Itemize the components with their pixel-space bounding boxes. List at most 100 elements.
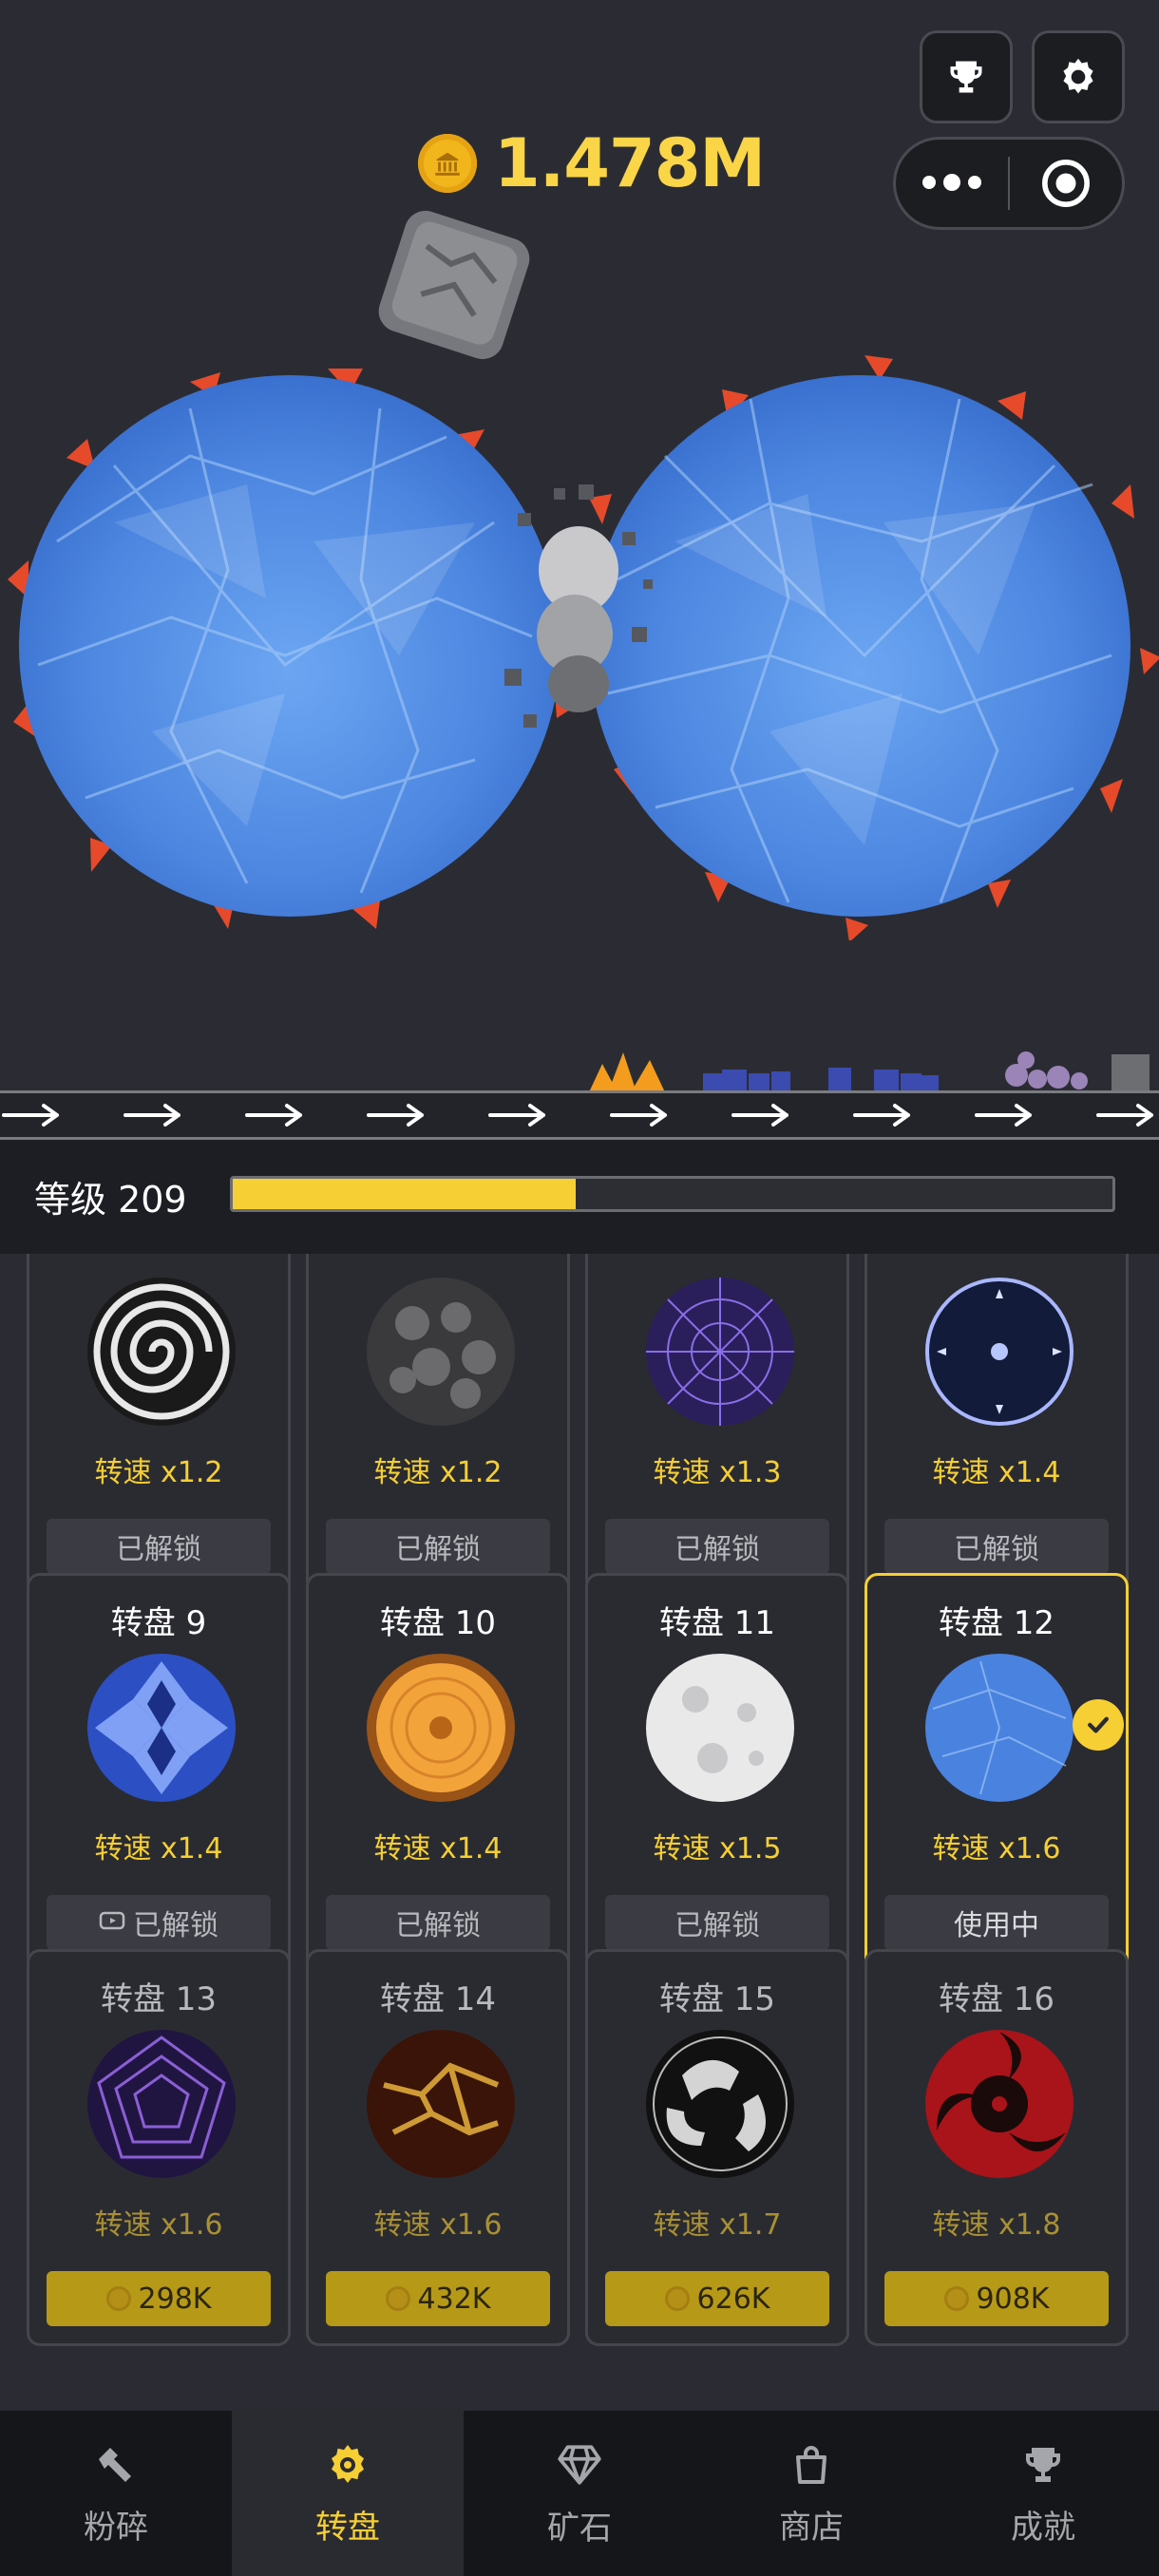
wheel-name: 转盘 11 [658,1604,776,1642]
bottom-navigation: 粉碎 转盘 矿石 商店 成就 [0,2409,1159,2576]
wheel-button-label: 已解锁 [954,1533,1039,1566]
target-icon[interactable] [1010,157,1122,210]
hammer-icon [99,2447,131,2482]
wheel-speed: 转速 x1.6 [932,1832,1061,1866]
gear-icon [332,2444,364,2483]
unlocked-button[interactable]: 已解锁 [326,1519,550,1574]
wheel-button-label: 908K [976,2282,1050,2316]
wheel-speed: 转速 x1.8 [932,2208,1061,2242]
video-ad-icon [99,1906,125,1940]
tab-shop[interactable]: 商店 [695,2411,927,2576]
unlocked-button[interactable]: 已解锁 [605,1895,829,1950]
wheel-button-label: 已解锁 [116,1533,201,1566]
checkmark-icon [1073,1699,1124,1751]
wheel-button-label: 已解锁 [395,1909,481,1942]
coin-amount: 1.478M [494,124,766,202]
level-bar: 等级 209 [0,1140,1159,1254]
coin-icon [664,2286,690,2311]
wheel-button-label: 已解锁 [395,1533,481,1566]
wheel-speed: 转速 x1.3 [653,1456,782,1489]
buy-wheel-button[interactable]: 432K [326,2271,550,2326]
in-use-button[interactable]: 使用中 [884,1895,1109,1950]
wheel-speed: 转速 x1.2 [373,1456,503,1489]
wheel-card[interactable]: 转盘 15 转速 x1.7 626K [585,1949,849,2346]
game-screen: { "header": { "coins": "1.478M" }, "icon… [0,0,1159,2576]
wheel-card[interactable]: 转速 x1.2 已解锁 [306,1254,570,1594]
trophy-icon [950,61,982,93]
trophy-button[interactable] [920,30,1013,123]
level-progress-fill [233,1179,577,1209]
wheel-name: 转盘 13 [100,1980,218,2018]
wheel-name: 转盘 12 [938,1604,1055,1642]
wheel-button-label: 已解锁 [133,1909,218,1942]
coin-icon [105,2286,131,2311]
coin-icon [943,2286,969,2311]
wheel-disc-image [644,1652,796,1804]
wheel-name: 转盘 9 [110,1604,207,1642]
falling-stone-block [378,210,530,360]
buy-wheel-button[interactable]: 908K [884,2271,1109,2326]
coin-counter: 1.478M [418,124,766,202]
wheel-button-label: 已解锁 [674,1909,760,1942]
crushed-rock-debris [504,484,653,728]
buy-wheel-button[interactable]: 626K [605,2271,829,2326]
wheel-button-label: 432K [417,2282,491,2316]
wheel-name: 转盘 16 [938,1980,1055,2018]
wheel-card[interactable]: 转盘 11 转速 x1.5 已解锁 [585,1573,849,1970]
wheel-name: 转盘 10 [379,1604,497,1642]
tab-ores[interactable]: 矿石 [464,2411,695,2576]
unlocked-button[interactable]: 已解锁 [47,1519,271,1574]
wheel-disc-image [365,1652,517,1804]
tab-crush[interactable]: 粉碎 [0,2411,232,2576]
more-dots-icon[interactable] [896,174,1008,191]
mini-program-capsule [893,137,1125,230]
wheel-button-label: 298K [138,2282,212,2316]
wheel-speed: 转速 x1.7 [653,2208,782,2242]
wheel-card[interactable]: 转盘 14 转速 x1.6 432K [306,1949,570,2346]
wheel-speed: 转速 x1.4 [373,1832,503,1866]
wheel-disc-image [923,1276,1075,1428]
wheel-disc-image [86,2028,238,2180]
wheel-speed: 转速 x1.4 [932,1456,1061,1489]
wheel-card[interactable]: 转盘 12 转速 x1.6 使用中 [864,1573,1129,1970]
buy-wheel-button[interactable]: 298K [47,2271,271,2326]
wheel-button-label: 使用中 [954,1909,1039,1942]
unlocked-button[interactable]: 已解锁 [884,1519,1109,1574]
settings-button[interactable] [1032,30,1125,123]
shopping-bag-icon [796,2445,826,2484]
wheel-card[interactable]: 转速 x1.3 已解锁 [585,1254,849,1594]
tab-wheels[interactable]: 转盘 [232,2411,464,2576]
wheel-disc-image [923,2028,1075,2180]
conveyor-belt [0,1090,1159,1140]
wheel-card[interactable]: 转盘 13 转速 x1.6 298K [27,1949,291,2346]
gear-icon [1063,58,1093,94]
wheel-disc-image [365,1276,517,1428]
wheel-card[interactable]: 转盘 10 转速 x1.4 已解锁 [306,1573,570,1970]
wheel-card[interactable]: 转速 x1.4 已解锁 [864,1254,1129,1594]
unlocked-button[interactable]: 已解锁 [605,1519,829,1574]
wheel-name: 转盘 15 [658,1980,776,2018]
wheel-disc-image [644,2028,796,2180]
wheel-name: 转盘 14 [379,1980,497,2018]
wheel-disc-image [923,1652,1075,1804]
wheel-speed: 转速 x1.5 [653,1832,782,1866]
wheel-disc-image [86,1652,238,1804]
wheel-speed: 转速 x1.6 [94,2208,223,2242]
wheel-speed: 转速 x1.4 [94,1832,223,1866]
wheel-card[interactable]: 转盘 9 转速 x1.4 已解锁 [27,1573,291,1970]
wheel-disc-image [644,1276,796,1428]
wheel-speed: 转速 x1.2 [94,1456,223,1489]
wheel-speed: 转速 x1.6 [373,2208,503,2242]
unlocked-button[interactable]: 已解锁 [326,1895,550,1950]
unlocked-button[interactable]: 已解锁 [47,1895,271,1950]
coin-icon [418,134,477,193]
wheel-card[interactable]: 转盘 16 转速 x1.8 908K [864,1949,1129,2346]
wheel-disc-image [365,2028,517,2180]
coin-icon [385,2286,410,2311]
wheel-card[interactable]: 转速 x1.2 已解锁 [27,1254,291,1594]
level-progress-bar [230,1176,1115,1212]
level-label: 等级 209 [34,1179,187,1221]
tab-achievements[interactable]: 成就 [927,2411,1159,2576]
diamond-icon [558,2444,601,2485]
wheel-button-label: 626K [696,2282,770,2316]
